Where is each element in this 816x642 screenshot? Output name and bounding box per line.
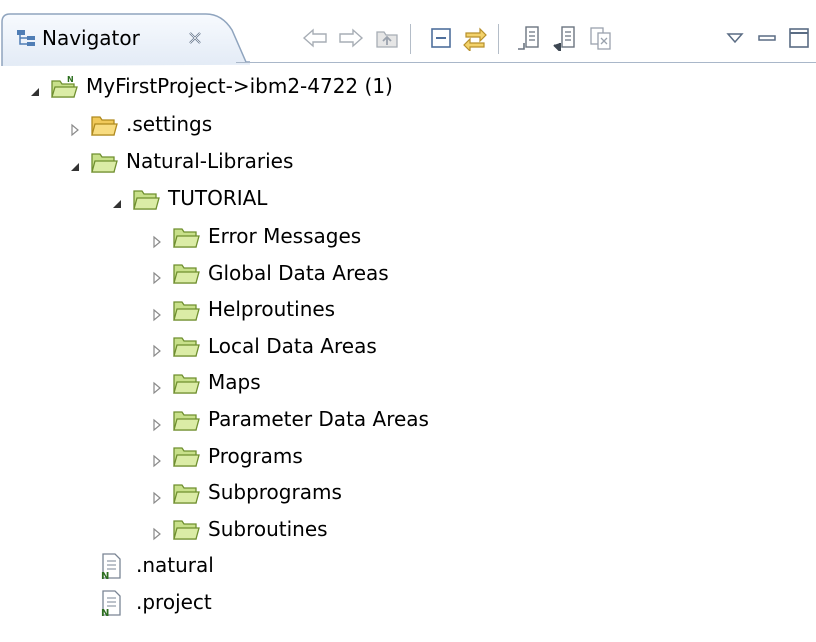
navigator-tree: N MyFirstProject->ibm2-4722 (1) .setting… bbox=[0, 66, 816, 642]
folder-icon bbox=[172, 444, 200, 468]
tree-item-folder[interactable]: Global Data Areas bbox=[150, 255, 389, 292]
project-folder-icon: N bbox=[50, 75, 78, 99]
natural-file-icon: N bbox=[100, 589, 122, 619]
svg-text:N: N bbox=[67, 75, 74, 84]
header-divider bbox=[236, 62, 816, 63]
tree-item-folder[interactable]: Subroutines bbox=[150, 511, 328, 548]
tree-item-label: Programs bbox=[208, 443, 303, 468]
folder-icon bbox=[172, 408, 200, 432]
tree-item-label: Subroutines bbox=[208, 516, 328, 541]
toolbar-separator bbox=[410, 24, 411, 54]
tree-item-tutorial[interactable]: TUTORIAL bbox=[110, 180, 267, 217]
svg-text:N: N bbox=[101, 608, 109, 617]
upload-icon[interactable] bbox=[514, 22, 544, 54]
folder-icon bbox=[172, 517, 200, 541]
tree-item-label: Parameter Data Areas bbox=[208, 407, 429, 431]
navigator-icon bbox=[16, 28, 36, 48]
collapsed-arrow-icon[interactable] bbox=[150, 339, 164, 358]
folder-icon bbox=[172, 298, 200, 322]
compare-icon[interactable] bbox=[586, 22, 616, 54]
collapsed-arrow-icon[interactable] bbox=[150, 522, 164, 541]
folder-icon bbox=[172, 334, 200, 358]
tree-item-folder[interactable]: Maps bbox=[150, 364, 261, 401]
collapsed-arrow-icon[interactable] bbox=[150, 230, 164, 248]
folder-icon bbox=[172, 261, 200, 285]
folder-icon bbox=[172, 225, 200, 249]
expanded-arrow-icon[interactable] bbox=[28, 80, 42, 96]
tree-item-label: TUTORIAL bbox=[168, 186, 268, 210]
tab-navigator[interactable]: Navigator bbox=[0, 0, 250, 66]
collapsed-arrow-icon[interactable] bbox=[150, 413, 164, 431]
collapsed-arrow-icon[interactable] bbox=[150, 449, 164, 468]
tree-item-natural-libraries[interactable]: Natural-Libraries bbox=[68, 143, 293, 180]
folder-icon bbox=[132, 187, 160, 211]
collapsed-arrow-icon[interactable] bbox=[150, 303, 164, 321]
tree-item-label: Maps bbox=[208, 370, 261, 395]
tree-item-folder[interactable]: Error Messages bbox=[150, 218, 361, 255]
toolbar-separator bbox=[498, 24, 499, 54]
tree-item-label: Global Data Areas bbox=[208, 260, 389, 285]
folder-icon bbox=[172, 481, 200, 505]
collapsed-arrow-icon[interactable] bbox=[150, 486, 164, 504]
expanded-arrow-icon[interactable] bbox=[110, 192, 124, 208]
download-icon[interactable] bbox=[550, 22, 580, 54]
natural-file-icon: N bbox=[100, 552, 122, 582]
tree-item-label: .project bbox=[136, 590, 212, 614]
up-icon[interactable] bbox=[372, 22, 402, 54]
tab-title: Navigator bbox=[42, 26, 140, 50]
tree-item-label: Helproutines bbox=[208, 297, 336, 322]
tree-item-label: MyFirstProject->ibm2-4722 (1) bbox=[86, 74, 393, 98]
view-menu-icon[interactable] bbox=[720, 22, 750, 54]
folder-icon bbox=[90, 150, 118, 174]
tree-item-natural-file[interactable]: N .natural bbox=[100, 547, 214, 584]
folder-icon bbox=[90, 113, 118, 137]
svg-text:N: N bbox=[101, 571, 109, 580]
tree-item-project-file[interactable]: N .project bbox=[100, 584, 212, 621]
tree-item-label: Local Data Areas bbox=[208, 333, 377, 358]
collapsed-arrow-icon[interactable] bbox=[150, 376, 164, 395]
collapsed-arrow-icon[interactable] bbox=[68, 118, 82, 136]
tree-item-project[interactable]: N MyFirstProject->ibm2-4722 (1) bbox=[28, 68, 393, 105]
tree-item-folder[interactable]: Parameter Data Areas bbox=[150, 401, 429, 438]
tree-item-settings[interactable]: .settings bbox=[68, 106, 212, 143]
close-icon[interactable] bbox=[186, 28, 204, 46]
tree-item-label: Subprograms bbox=[208, 480, 342, 505]
tree-item-label: Error Messages bbox=[208, 224, 362, 248]
tree-item-folder[interactable]: Subprograms bbox=[150, 474, 342, 511]
minimize-icon[interactable] bbox=[752, 22, 782, 54]
tree-item-label: .natural bbox=[136, 553, 214, 577]
tree-item-folder[interactable]: Programs bbox=[150, 438, 303, 475]
collapse-all-icon[interactable] bbox=[426, 22, 456, 54]
tree-item-folder[interactable]: Local Data Areas bbox=[150, 328, 377, 365]
forward-icon[interactable] bbox=[336, 22, 366, 54]
tree-item-folder[interactable]: Helproutines bbox=[150, 291, 335, 328]
back-icon[interactable] bbox=[300, 22, 330, 54]
link-with-editor-icon[interactable] bbox=[460, 22, 490, 54]
navigator-view-header: Navigator bbox=[0, 0, 816, 66]
tree-item-label: Natural-Libraries bbox=[126, 149, 294, 173]
folder-icon bbox=[172, 371, 200, 395]
expanded-arrow-icon[interactable] bbox=[68, 155, 82, 171]
collapsed-arrow-icon[interactable] bbox=[150, 266, 164, 285]
maximize-icon[interactable] bbox=[784, 22, 814, 54]
tree-item-label: .settings bbox=[126, 112, 213, 136]
